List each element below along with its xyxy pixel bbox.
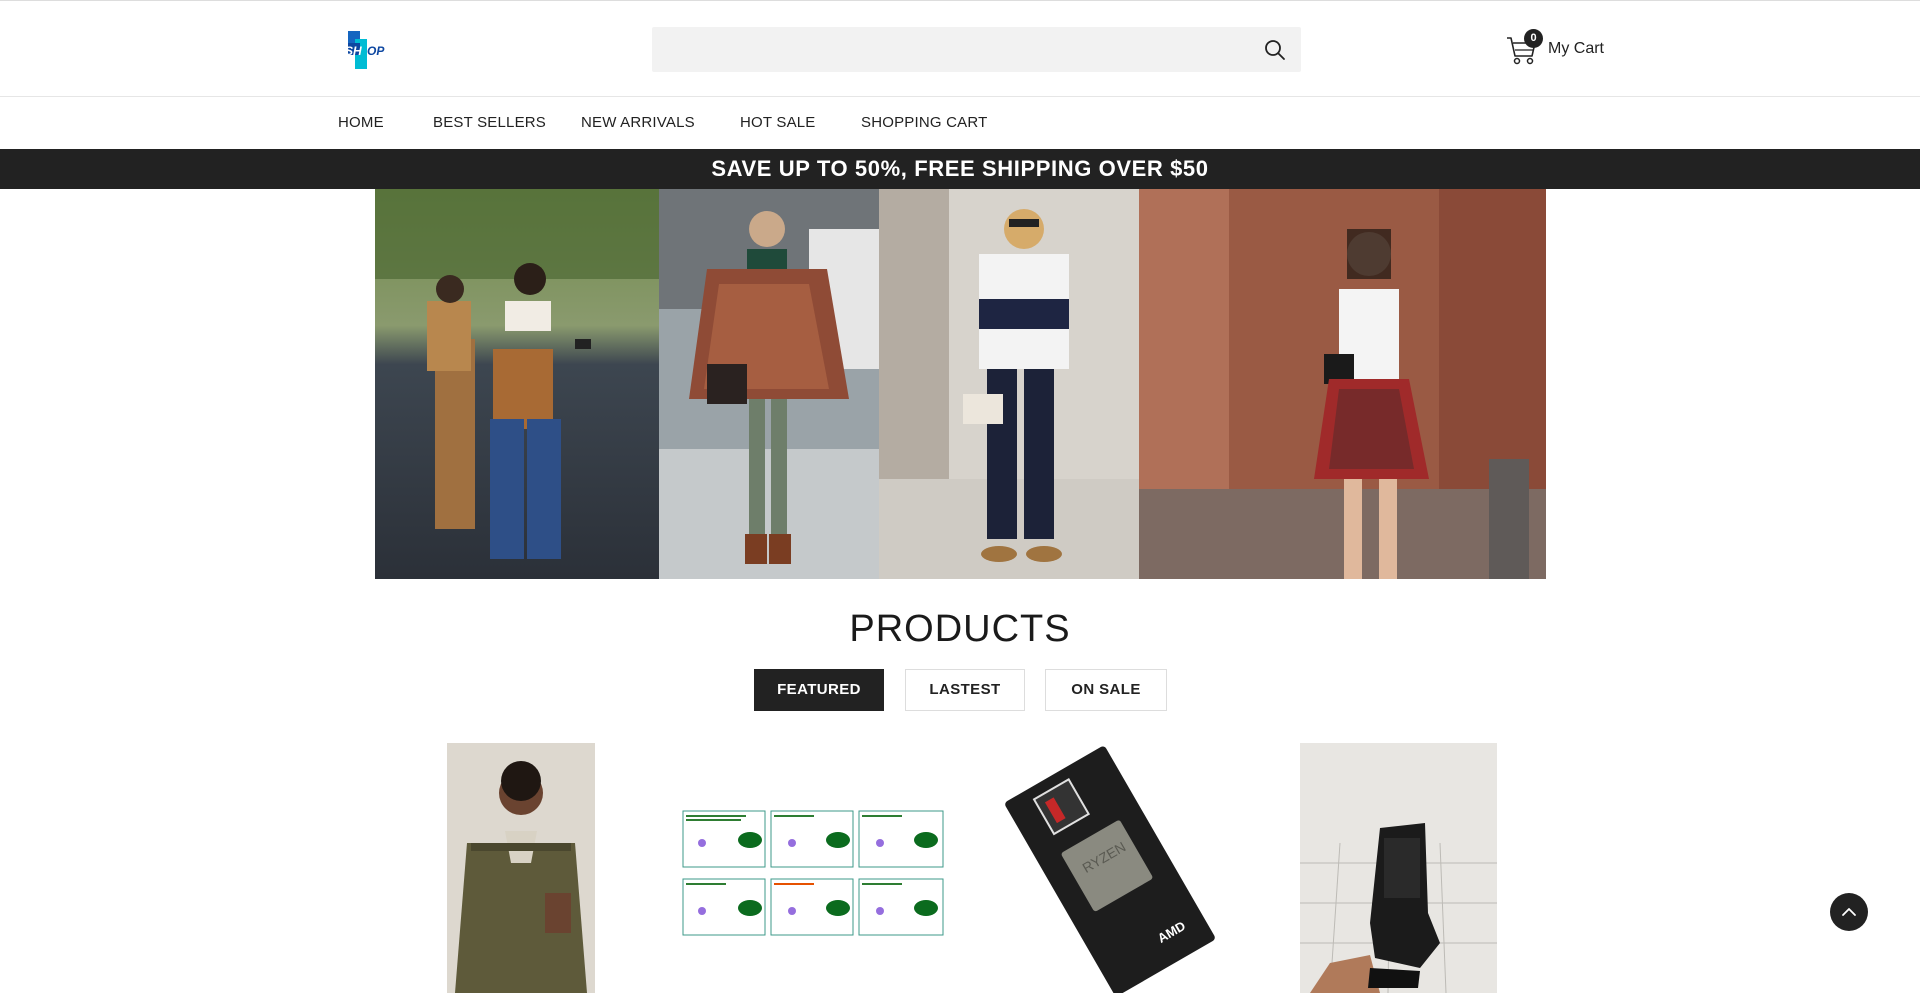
nav-item-hot-sale[interactable]: HOT SALE bbox=[740, 97, 816, 149]
banner-photo-street-walk bbox=[375, 189, 659, 579]
cart-count-badge: 0 bbox=[1524, 29, 1543, 48]
banner-photo-plaid-skirt bbox=[1139, 189, 1546, 579]
back-to-top-button[interactable] bbox=[1830, 893, 1868, 931]
hero-banner[interactable] bbox=[375, 189, 1546, 579]
chevron-up-icon bbox=[1842, 908, 1856, 916]
cart-label: My Cart bbox=[1548, 40, 1604, 57]
product-tabs: FEATURED LASTEST ON SALE bbox=[0, 669, 1920, 711]
products-heading: PRODUCTS bbox=[849, 608, 1071, 650]
search-bar bbox=[652, 27, 1301, 72]
product-image-worksheet[interactable] bbox=[680, 743, 948, 993]
banner-photo-plaid-poncho bbox=[659, 189, 879, 579]
nav-item-best-sellers[interactable]: BEST SELLERS bbox=[433, 97, 546, 149]
product-image-jacket[interactable] bbox=[447, 743, 595, 993]
promo-banner: SAVE UP TO 50%, FREE SHIPPING OVER $50 bbox=[0, 149, 1920, 189]
product-image-processor[interactable]: RYZEN AMD bbox=[1005, 743, 1215, 993]
search-icon[interactable] bbox=[1263, 38, 1287, 62]
shopping-cart-icon: 0 bbox=[1506, 29, 1543, 66]
nav-item-shopping-cart[interactable]: SHOPPING CART bbox=[861, 97, 988, 149]
search-input[interactable] bbox=[652, 27, 1232, 72]
site-header: SH OP 0 My Cart bbox=[0, 0, 1920, 97]
tab-on-sale[interactable]: ON SALE bbox=[1045, 669, 1167, 711]
nav-item-new-arrivals[interactable]: NEW ARRIVALS bbox=[581, 97, 695, 149]
tab-featured[interactable]: FEATURED bbox=[754, 669, 884, 711]
svg-text:OP: OP bbox=[367, 44, 385, 58]
product-image-boot[interactable] bbox=[1300, 743, 1497, 993]
tab-lastest[interactable]: LASTEST bbox=[905, 669, 1025, 711]
my-cart-button[interactable]: 0 My Cart bbox=[1506, 29, 1604, 69]
nav-item-home[interactable]: HOME bbox=[338, 97, 384, 149]
banner-photo-striped-tee bbox=[879, 189, 1139, 579]
svg-text:SH: SH bbox=[345, 44, 362, 58]
main-nav: HOME BEST SELLERS NEW ARRIVALS HOT SALE … bbox=[0, 97, 1920, 149]
shop-logo[interactable]: SH OP bbox=[345, 29, 401, 71]
